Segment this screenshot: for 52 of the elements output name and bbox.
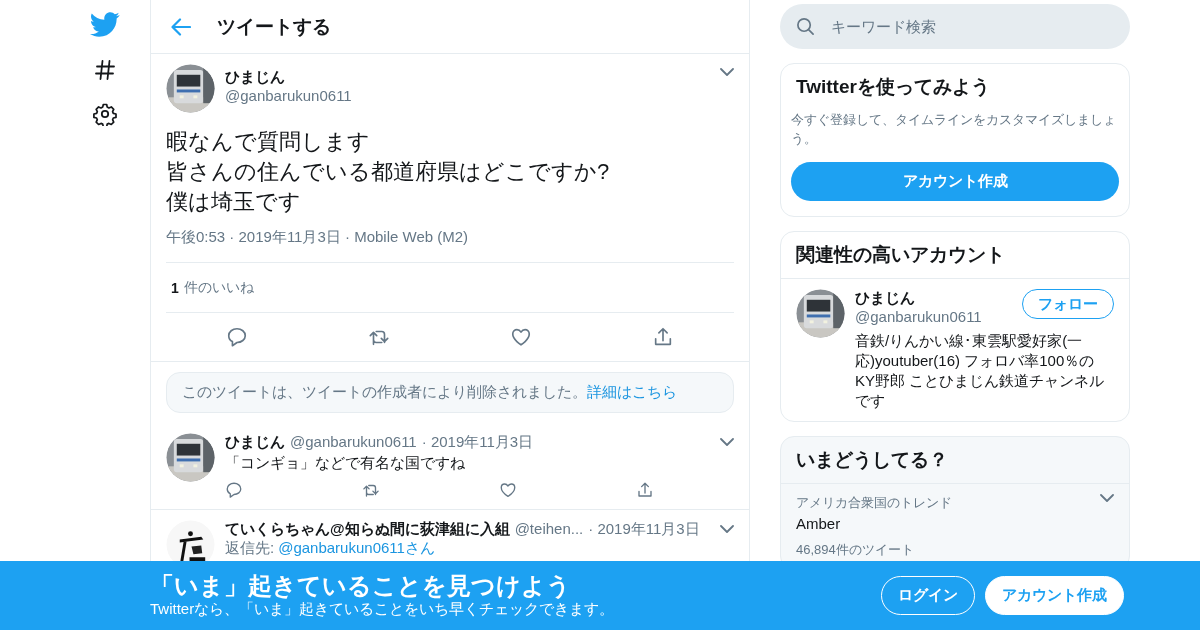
search-field[interactable]: キーワード検索 (780, 4, 1130, 49)
follow-button[interactable]: フォロー (1022, 289, 1114, 319)
tweet-text-line: 皆さんの住んでいる都道府県はどこですか? (166, 158, 610, 186)
bird-logo-icon[interactable] (90, 12, 120, 38)
user-handle[interactable]: @teihen... (514, 520, 584, 537)
card-title: いまどうしてる？ (781, 437, 1129, 484)
share-icon[interactable] (636, 481, 654, 499)
banner-subtitle: Twitterなら、「いま」起きていることをいち早くチェックできます。 (150, 600, 616, 619)
user-handle[interactable]: @ganbarukun0611 (290, 433, 417, 450)
user-bio: 音鉄/りんかい線･東雲駅愛好家(一応)youtuber(16) フォロバ率100％のKY野郎 ことひまじん鉄道チャンネルです (855, 331, 1106, 411)
trend-name[interactable]: Amber (796, 515, 1100, 532)
details-link[interactable]: 詳細はこちら (587, 383, 677, 400)
back-arrow-icon[interactable] (171, 17, 191, 36)
tweet-count: 46,894件のツイート (796, 541, 915, 559)
hashtag-icon[interactable] (93, 58, 117, 82)
like-count[interactable]: 1 (171, 279, 179, 296)
chevron-down-icon[interactable] (720, 68, 734, 77)
chevron-down-icon[interactable] (720, 438, 734, 447)
page-title: ツイートする (217, 14, 331, 39)
user-name[interactable]: ひまじん (855, 289, 1022, 308)
reply-date: · 2019年11月3日 (588, 520, 700, 539)
reply-to-label: 返信先: (225, 539, 275, 558)
create-account-button[interactable]: アカウント作成 (791, 162, 1119, 201)
chevron-down-icon[interactable] (1100, 494, 1114, 503)
user-name[interactable]: ていくらちゃん@知らぬ間に荻津組に入組 (225, 520, 510, 539)
user-handle[interactable]: @ganbarukun0611 (855, 308, 1022, 325)
banner-title: 「いま」起きていることを見つけよう (150, 572, 572, 600)
deleted-notice: このツイートは、ツイートの作成者により削除されました。詳細はこちら (166, 372, 734, 413)
reply-text: 「コンギョ」などで有名な国ですね (225, 454, 466, 473)
card-title: 関連性の高いアカウント (781, 232, 1129, 279)
login-button[interactable]: ログイン (881, 576, 975, 615)
card-description: 今すぐ登録して、タイムラインをカスタマイズしましょう。 (790, 111, 1117, 148)
card-title: Twitterを使ってみよう (795, 75, 991, 99)
tweet-text-line: 暇なんで質問します (166, 128, 370, 156)
heart-icon[interactable] (499, 481, 517, 499)
search-icon (796, 17, 815, 36)
user-name[interactable]: ひまじん (225, 433, 285, 452)
trend-context: アメリカ合衆国のトレンド (796, 494, 953, 512)
tweet-text-line: 僕は埼玉です (166, 188, 301, 216)
heart-icon[interactable] (510, 326, 532, 348)
signup-button[interactable]: アカウント作成 (985, 576, 1124, 615)
share-icon[interactable] (652, 326, 674, 348)
settings-icon[interactable] (93, 102, 117, 126)
like-label[interactable]: 件のいいね (183, 278, 254, 297)
speech-bubble-icon[interactable] (225, 481, 243, 499)
speech-bubble-icon[interactable] (226, 326, 248, 348)
user-handle[interactable]: @ganbarukun0611 (225, 87, 710, 104)
chevron-down-icon[interactable] (720, 525, 734, 534)
reply-date: · 2019年11月3日 (421, 433, 534, 452)
reply-to-link[interactable]: @ganbarukun0611さん (278, 539, 435, 558)
user-name[interactable]: ひまじん (225, 68, 710, 87)
tweet-timestamp: 午後0:53 · 2019年11月3日 · Mobile Web (M2) (166, 228, 469, 245)
